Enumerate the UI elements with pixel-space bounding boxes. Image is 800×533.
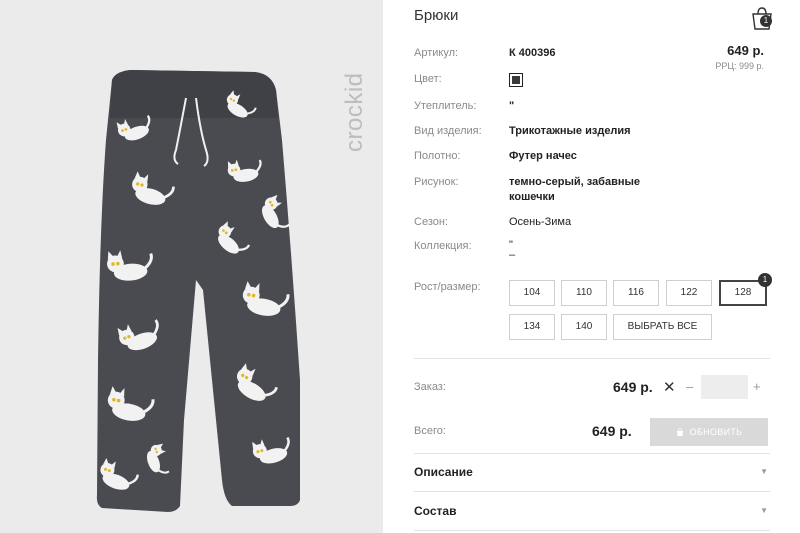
attr-label-pattern: Рисунок:	[414, 176, 459, 188]
total-label: Всего:	[414, 425, 446, 437]
attr-label-collection: Коллекция:	[414, 240, 472, 252]
chevron-down-icon[interactable]: ▼	[760, 506, 768, 515]
product-title: Брюки	[414, 7, 459, 24]
attr-label-color: Цвет:	[414, 73, 442, 85]
section-description-title[interactable]: Описание	[414, 465, 473, 479]
qty-increase-button[interactable]: +	[753, 379, 761, 394]
divider	[414, 491, 770, 492]
attr-value-article: К 400396	[509, 47, 556, 59]
order-label: Заказ:	[414, 381, 446, 393]
size-option-104[interactable]: 104	[509, 280, 555, 306]
product-price: 649 р.	[727, 43, 764, 58]
bag-icon	[676, 428, 683, 436]
size-option-140[interactable]: 140	[561, 314, 607, 340]
section-composition-title[interactable]: Состав	[414, 504, 456, 518]
total-price: 649 р.	[592, 423, 632, 439]
divider	[414, 453, 770, 454]
attr-label-season: Сезон:	[414, 216, 448, 228]
attr-value-pattern-line2: кошечки	[509, 191, 555, 203]
brand-logo: crockid	[341, 72, 368, 152]
attr-value-type: Трикотажные изделия	[509, 125, 631, 137]
order-price: 649 р.	[613, 379, 653, 395]
update-cart-button[interactable]: ОБНОВИТЬ	[650, 418, 768, 446]
attr-value-pattern-line1: темно-серый, забавные	[509, 176, 641, 188]
size-option-116[interactable]: 116	[613, 280, 659, 306]
attr-value-season: Осень-Зима	[509, 216, 572, 228]
attr-value-insulation: "	[509, 100, 515, 112]
divider	[414, 530, 770, 531]
color-swatch[interactable]	[509, 73, 523, 87]
size-selected-count-badge: 1	[758, 273, 772, 287]
quantity-input[interactable]	[701, 375, 748, 399]
times-icon: ✕	[663, 379, 676, 396]
update-cart-label: ОБНОВИТЬ	[689, 427, 743, 437]
attr-label-fabric: Полотно:	[414, 150, 461, 162]
sizes-label: Рост/размер:	[414, 281, 481, 293]
color-swatch-fill	[512, 76, 520, 84]
product-details: Брюки 1 Артикул: К 400396 649 р. РРЦ: 99…	[414, 0, 772, 533]
brand-logo-text: crockid	[341, 72, 368, 152]
size-option-122[interactable]: 122	[666, 280, 712, 306]
attr-label-insulation: Утеплитель:	[414, 100, 477, 112]
size-option-110[interactable]: 110	[561, 280, 607, 306]
select-all-sizes-button[interactable]: ВЫБРАТЬ ВСЕ	[613, 314, 712, 340]
cart-count-badge: 1	[760, 15, 772, 27]
product-image-panel: crockid	[0, 0, 383, 533]
attr-label-article: Артикул:	[414, 47, 459, 59]
attr-label-type: Вид изделия:	[414, 125, 482, 137]
product-photo	[94, 70, 300, 512]
attr-value-fabric: Футер начес	[509, 150, 577, 162]
product-rrp: РРЦ: 999 р.	[715, 61, 764, 71]
divider	[414, 358, 770, 359]
qty-decrease-button[interactable]: –	[686, 379, 693, 394]
attr-value-collection-line2: –	[509, 249, 516, 261]
size-option-134[interactable]: 134	[509, 314, 555, 340]
chevron-down-icon[interactable]: ▼	[760, 467, 768, 476]
